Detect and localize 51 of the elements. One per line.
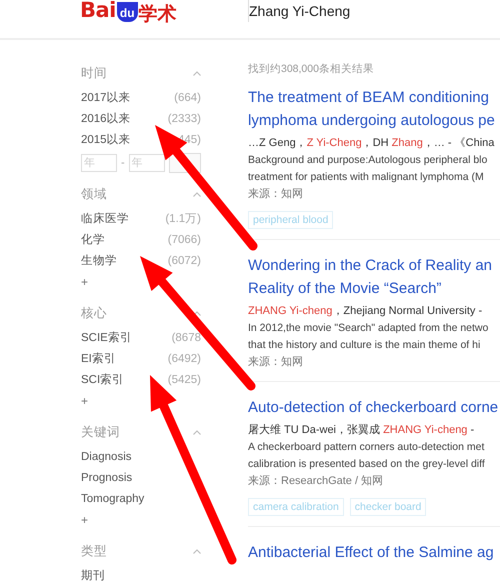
result-source: 来源：知网 <box>248 187 303 202</box>
filter-count: (8678 <box>172 332 201 344</box>
search-field[interactable]: Zhang Yi-Cheng <box>248 0 500 22</box>
filter-count: (664) <box>174 92 201 104</box>
result-title[interactable]: Reality of the Movie “Search” <box>248 277 442 300</box>
filter-option[interactable]: 化学 <box>81 232 105 247</box>
result-abstract: In 2012,the movie "Search" adapted from the netwo <box>248 321 488 336</box>
result-abstract: calibration is presented based on the grey-level diff <box>248 457 485 472</box>
filter-count: (6492) <box>168 352 201 364</box>
result-abstract: treatment for patients with malignant lymphoma (M <box>248 170 484 185</box>
filter-option[interactable]: Diagnosis <box>81 450 132 462</box>
filter-count: (1.1万) <box>165 212 201 226</box>
more-link[interactable]: + <box>81 512 88 526</box>
result-authors: …Z Geng，Z Yi-Cheng，DH Zhang，… - 《China <box>248 136 494 151</box>
filter-count: (6072) <box>168 254 201 266</box>
filter-option[interactable]: 2016以来 <box>81 111 131 126</box>
logo[interactable]: Bai du 学术 <box>80 0 230 27</box>
filter-option[interactable]: EI索引 <box>81 351 116 366</box>
filter-option[interactable]: SCIE索引 <box>81 330 132 345</box>
filter-option[interactable]: 期刊 <box>81 568 105 582</box>
result-abstract: that the history and culture is the main theme of hi <box>248 338 480 353</box>
filter-option[interactable]: 2017以来 <box>81 90 131 105</box>
filter-heading: 领域 <box>81 186 107 202</box>
result-authors: 屠大维 TU Da-wei，张翼成 ZHANG Yi-cheng - <box>248 422 474 438</box>
more-link[interactable]: + <box>81 274 88 288</box>
result-title[interactable]: The treatment of BEAM conditioning <box>248 86 489 109</box>
result-count: 找到约308,000条相关结果 <box>248 62 375 77</box>
filter-option[interactable]: SCI索引 <box>81 372 124 387</box>
more-link[interactable]: + <box>81 394 88 408</box>
result-authors: ZHANG Yi-cheng，Zhejiang Normal University - <box>248 304 482 319</box>
filter-heading: 关键词 <box>81 424 120 440</box>
filter-option[interactable]: Prognosis <box>81 472 132 484</box>
filter-heading: 核心 <box>81 304 107 322</box>
filter-option[interactable]: 生物学 <box>81 253 117 268</box>
filter-heading: 时间 <box>81 64 107 82</box>
result-title[interactable]: Auto-detection of checkerboard corne <box>248 396 498 419</box>
range-separator: - <box>121 157 125 169</box>
filter-count: (5425) <box>168 374 201 386</box>
filter-count: (2333) <box>168 112 201 124</box>
result-source: 来源：ResearchGate / 知网 <box>248 474 384 489</box>
result-title[interactable]: Wondering in the Crack of Reality an <box>248 254 492 277</box>
result-abstract: A checkerboard pattern corners auto-detection met <box>248 440 484 455</box>
filter-heading: 类型 <box>81 542 107 560</box>
filter-option[interactable]: 临床医学 <box>81 211 129 226</box>
result-source: 来源：知网 <box>248 355 303 370</box>
filter-option[interactable]: 2015以来 <box>81 132 131 147</box>
filter-option[interactable]: Tomography <box>81 492 144 504</box>
result-abstract: Background and purpose:Autologous peripheral blo <box>248 153 488 168</box>
result-title[interactable]: lymphoma undergoing autologous pe <box>248 109 495 132</box>
filter-count: (7066) <box>168 234 201 246</box>
result-title[interactable]: Antibacterial Effect of the Salmine ag <box>248 541 494 564</box>
